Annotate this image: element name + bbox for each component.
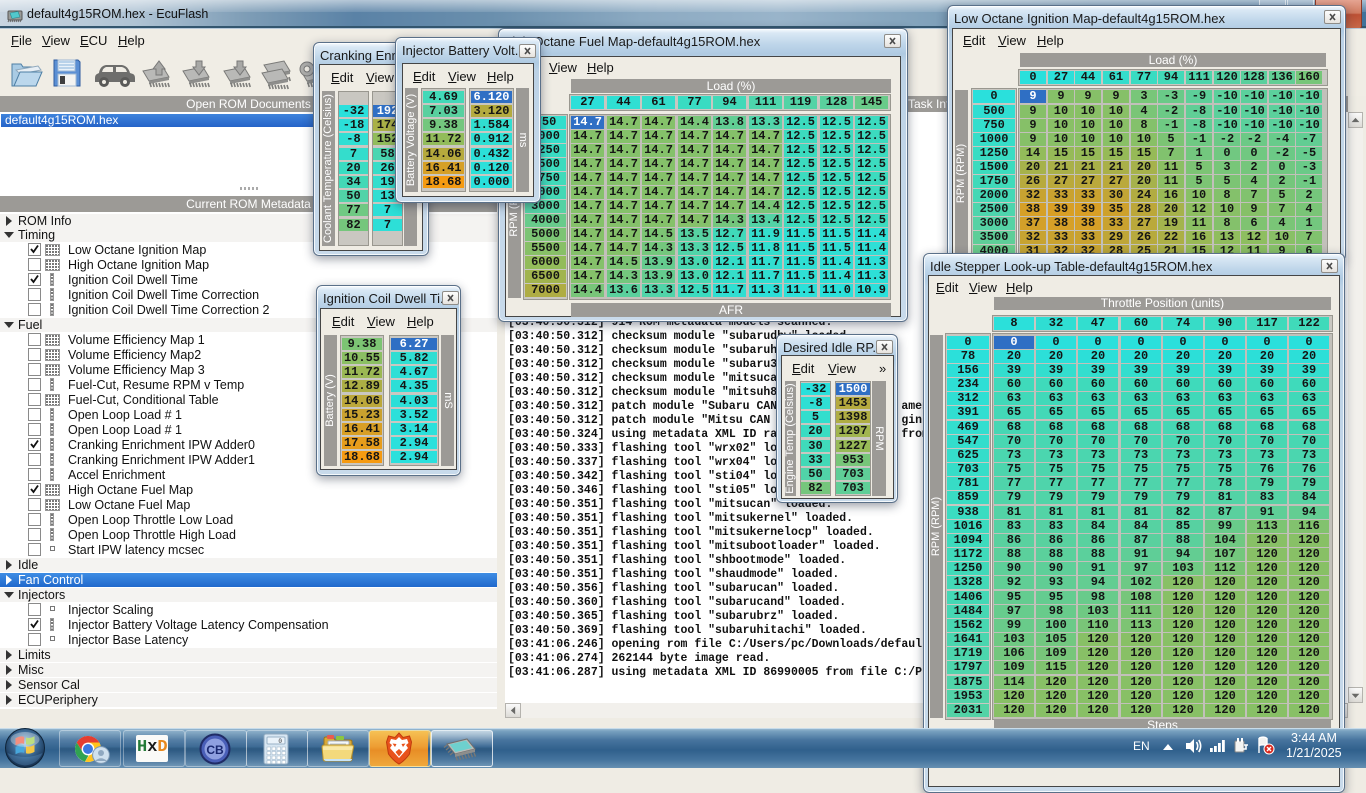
svg-text:0: 0 (278, 738, 282, 745)
svg-text:CB: CB (206, 743, 224, 757)
